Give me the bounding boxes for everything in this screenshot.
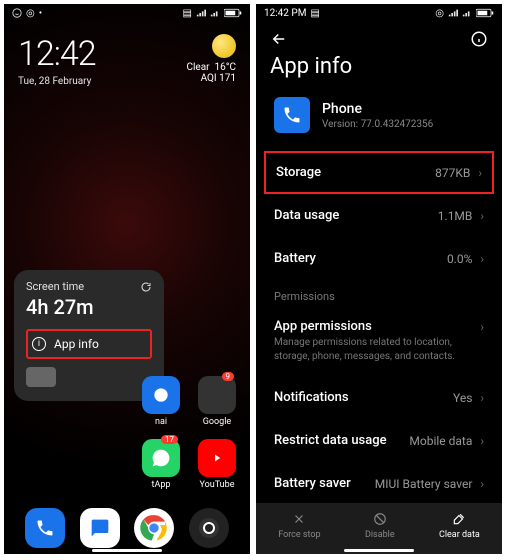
screen-time-label: Screen time bbox=[26, 280, 84, 293]
battery-saver-label: Battery saver bbox=[274, 476, 351, 491]
restrict-data-label: Restrict data usage bbox=[274, 433, 387, 448]
clipboard-icon: ▤ bbox=[183, 8, 192, 19]
weather-text: Clear 16°C bbox=[186, 62, 236, 73]
page-title: App info bbox=[256, 48, 502, 93]
app-permissions-label: App permissions bbox=[274, 319, 372, 334]
chevron-right-icon: › bbox=[480, 252, 484, 266]
info-icon: i bbox=[32, 337, 46, 351]
app-info-screen: 12:42 PM ▤ ◎ App info Phone Version: 77.0… bbox=[256, 4, 502, 554]
app-version: Version: 77.0.432472356 bbox=[322, 119, 433, 130]
app-thumbnail bbox=[26, 367, 56, 387]
dot-icon: • bbox=[39, 8, 42, 19]
phone-app-icon bbox=[274, 97, 310, 133]
bottom-action-bar: Force stop Disable Clear data bbox=[256, 503, 502, 554]
force-stop-button[interactable]: Force stop bbox=[278, 511, 320, 540]
clock-time: 12:42 bbox=[18, 34, 96, 74]
badge: 17 bbox=[161, 435, 178, 444]
permissions-section: Permissions bbox=[256, 280, 502, 305]
storage-value: 877KB bbox=[435, 166, 470, 180]
signal-icon-2 bbox=[462, 8, 472, 18]
app-name: Phone bbox=[322, 101, 433, 117]
storage-row[interactable]: Storage 877KB › bbox=[264, 151, 494, 194]
signal-icon bbox=[196, 8, 206, 18]
weather-aqi: AQI 171 bbox=[186, 73, 236, 84]
disable-button[interactable]: Disable bbox=[365, 511, 395, 540]
data-usage-row[interactable]: Data usage 1.1MB › bbox=[256, 194, 502, 237]
clipboard-icon: ▤ bbox=[310, 8, 319, 19]
clear-data-button[interactable]: Clear data bbox=[439, 511, 480, 540]
sun-icon bbox=[212, 34, 236, 58]
battery-label: Battery bbox=[274, 251, 316, 266]
dock bbox=[4, 508, 250, 548]
back-button[interactable] bbox=[270, 30, 288, 48]
screen-time-value: 4h 27m bbox=[26, 295, 152, 319]
battery-icon bbox=[476, 8, 494, 18]
battery-value: 0.0% bbox=[447, 252, 472, 266]
chevron-right-icon: › bbox=[480, 391, 484, 405]
app-youtube[interactable]: YouTube bbox=[198, 439, 236, 490]
signal-icon bbox=[448, 8, 458, 18]
info-button[interactable] bbox=[470, 30, 488, 48]
battery-row[interactable]: Battery 0.0% › bbox=[256, 237, 502, 280]
notifications-label: Notifications bbox=[274, 390, 349, 405]
chevron-right-icon: › bbox=[480, 320, 484, 334]
clock-date: Tue, 28 February bbox=[18, 76, 96, 87]
weather-widget[interactable]: Clear 16°C AQI 171 bbox=[186, 34, 236, 84]
notifications-value: Yes bbox=[453, 391, 472, 405]
dock-phone[interactable] bbox=[25, 508, 65, 548]
restrict-data-value: Mobile data bbox=[409, 434, 472, 448]
chevron-right-icon: › bbox=[480, 209, 484, 223]
app-whatsapp[interactable]: 17 tApp bbox=[142, 439, 180, 490]
app-header: Phone Version: 77.0.432472356 bbox=[256, 93, 502, 151]
chevron-right-icon: › bbox=[478, 166, 482, 180]
roaming-icon: ◎ bbox=[26, 8, 35, 19]
restrict-data-row[interactable]: Restrict data usage Mobile data › bbox=[256, 419, 502, 462]
badge: 9 bbox=[222, 372, 235, 381]
data-usage-label: Data usage bbox=[274, 208, 339, 223]
disable-icon bbox=[372, 511, 388, 527]
app-permissions-row[interactable]: App permissions › bbox=[256, 305, 502, 336]
battery-saver-row[interactable]: Battery saver MIUI Battery saver › bbox=[256, 462, 502, 505]
status-time: 12:42 PM bbox=[264, 8, 306, 19]
signal-icon-2 bbox=[210, 8, 220, 18]
gesture-pill[interactable] bbox=[344, 549, 414, 552]
close-icon bbox=[291, 511, 307, 527]
app-permissions-desc: Manage permissions related to location, … bbox=[256, 336, 502, 376]
dock-camera[interactable] bbox=[189, 508, 229, 548]
storage-label: Storage bbox=[276, 165, 321, 180]
chevron-right-icon: › bbox=[480, 477, 484, 491]
dock-messages[interactable] bbox=[80, 508, 120, 548]
broom-icon bbox=[451, 511, 467, 527]
gesture-pill[interactable] bbox=[92, 549, 162, 552]
chevron-right-icon: › bbox=[480, 434, 484, 448]
home-screen: ◎ • ▤ 12:42 Tue, 28 February bbox=[4, 4, 250, 554]
app-info-button[interactable]: i App info bbox=[26, 329, 152, 359]
status-bar: 12:42 PM ▤ ◎ bbox=[256, 4, 502, 22]
status-bar: ◎ • ▤ bbox=[4, 4, 250, 22]
clock-widget[interactable]: 12:42 Tue, 28 February Clear 16°C AQI 17… bbox=[4, 22, 250, 87]
refresh-icon[interactable] bbox=[140, 281, 152, 293]
whatsapp-icon bbox=[12, 8, 22, 18]
app-nai[interactable]: nai bbox=[142, 376, 180, 427]
battery-icon bbox=[224, 8, 242, 18]
battery-saver-value: MIUI Battery saver bbox=[375, 477, 473, 491]
dock-chrome[interactable] bbox=[134, 508, 174, 548]
app-google-folder[interactable]: 9 Google bbox=[198, 376, 236, 427]
data-usage-value: 1.1MB bbox=[438, 209, 473, 223]
roaming-icon: ◎ bbox=[435, 8, 444, 19]
notifications-row[interactable]: Notifications Yes › bbox=[256, 376, 502, 419]
app-info-label: App info bbox=[54, 337, 99, 351]
home-icons: nai 9 Google 17 tApp YouTube bbox=[138, 376, 240, 490]
